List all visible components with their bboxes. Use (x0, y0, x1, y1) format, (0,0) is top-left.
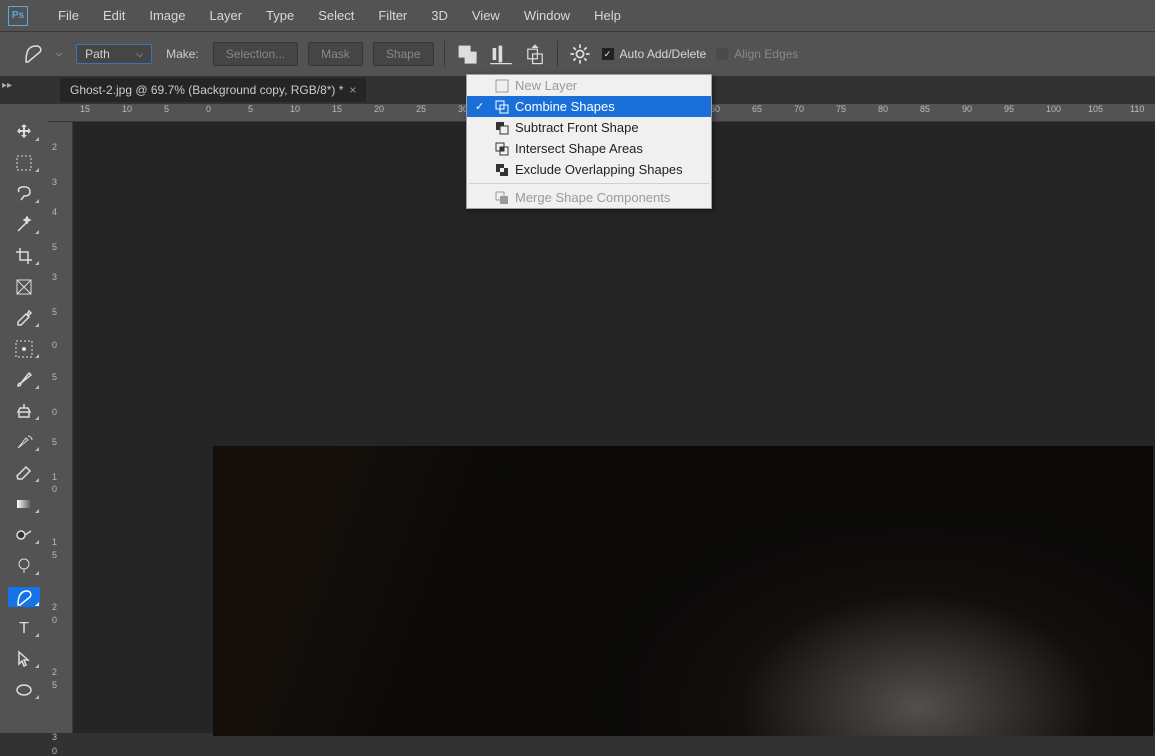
dodge-tool[interactable] (8, 525, 40, 545)
vertical-ruler[interactable]: 23453505051015202530 (48, 122, 73, 733)
select-subject-tool[interactable] (8, 339, 40, 359)
merge-shape-icon (495, 191, 509, 205)
separator (557, 41, 558, 67)
current-tool-icon[interactable] (22, 42, 46, 66)
menu-file[interactable]: File (46, 1, 91, 30)
svg-text:T: T (19, 620, 29, 637)
menu-help[interactable]: Help (582, 1, 633, 30)
selection-button[interactable]: Selection... (213, 42, 298, 66)
subtract-shape-icon (495, 121, 509, 135)
path-operations-menu: New Layer ✓ Combine Shapes Subtract Fron… (466, 74, 712, 209)
menu-image[interactable]: Image (137, 1, 197, 30)
path-select-tool[interactable] (8, 649, 40, 669)
gradient-tool[interactable] (8, 494, 40, 514)
options-bar: ⌵ Path ⌵ Make: Selection... Mask Shape ✓… (0, 31, 1155, 76)
clone-stamp-tool[interactable] (8, 401, 40, 421)
menu-new-layer: New Layer (467, 75, 711, 96)
menu-view[interactable]: View (460, 1, 512, 30)
app-logo: Ps (8, 6, 28, 26)
menu-merge-components: Merge Shape Components (467, 187, 711, 208)
new-layer-icon (495, 79, 509, 93)
path-operations-button[interactable] (455, 42, 479, 66)
menu-subtract-front[interactable]: Subtract Front Shape (467, 117, 711, 138)
combine-shapes-icon (495, 100, 509, 114)
mask-button[interactable]: Mask (308, 42, 363, 66)
lasso-tool[interactable] (8, 184, 40, 204)
type-tool[interactable]: T (8, 618, 40, 638)
separator (444, 41, 445, 67)
path-arrangement-button[interactable] (523, 42, 547, 66)
move-tool[interactable] (8, 122, 40, 142)
align-edges-label: Align Edges (734, 47, 798, 61)
gear-icon[interactable] (568, 42, 592, 66)
brush-tool[interactable] (8, 370, 40, 390)
document-tab-title: Ghost-2.jpg @ 69.7% (Background copy, RG… (70, 83, 343, 97)
path-alignment-button[interactable] (489, 42, 513, 66)
menu-bar: Ps File Edit Image Layer Type Select Fil… (0, 0, 1155, 31)
ellipse-tool[interactable] (8, 680, 40, 700)
intersect-shape-icon (495, 142, 509, 156)
menu-3d[interactable]: 3D (419, 1, 460, 30)
menu-edit[interactable]: Edit (91, 1, 137, 30)
canvas[interactable] (73, 122, 1155, 733)
pen-tool[interactable] (8, 587, 40, 607)
pen-mode-select[interactable]: Path ⌵ (76, 44, 152, 64)
marquee-tool[interactable] (8, 153, 40, 173)
menu-separator (469, 183, 709, 184)
checkbox-icon: ✓ (602, 48, 614, 60)
document-tab[interactable]: Ghost-2.jpg @ 69.7% (Background copy, RG… (60, 78, 366, 102)
menu-combine-shapes[interactable]: ✓ Combine Shapes (467, 96, 711, 117)
exclude-shape-icon (495, 163, 509, 177)
check-icon: ✓ (475, 100, 484, 113)
blur-tool[interactable] (8, 556, 40, 576)
menu-window[interactable]: Window (512, 1, 582, 30)
wand-tool[interactable] (8, 215, 40, 235)
menu-intersect-shapes[interactable]: Intersect Shape Areas (467, 138, 711, 159)
menu-type[interactable]: Type (254, 1, 306, 30)
menu-filter[interactable]: Filter (366, 1, 419, 30)
make-label: Make: (166, 47, 199, 61)
align-edges-checkbox[interactable]: Align Edges (716, 47, 798, 61)
document-image (213, 446, 1153, 736)
shape-button[interactable]: Shape (373, 42, 434, 66)
chevron-down-icon: ⌵ (136, 49, 143, 60)
close-icon[interactable]: × (349, 83, 356, 97)
tool-chevron-icon[interactable]: ⌵ (56, 49, 62, 59)
menu-layer[interactable]: Layer (198, 1, 255, 30)
eyedropper-tool[interactable] (8, 308, 40, 328)
eraser-tool[interactable] (8, 463, 40, 483)
menu-select[interactable]: Select (306, 1, 366, 30)
auto-add-delete-label: Auto Add/Delete (620, 47, 707, 61)
checkbox-icon (716, 48, 728, 60)
history-brush-tool[interactable] (8, 432, 40, 452)
pen-mode-value: Path (85, 47, 110, 61)
menu-exclude-shapes[interactable]: Exclude Overlapping Shapes (467, 159, 711, 180)
crop-tool[interactable] (8, 246, 40, 266)
tools-panel: T (0, 104, 48, 733)
auto-add-delete-checkbox[interactable]: ✓ Auto Add/Delete (602, 47, 707, 61)
expand-handle-icon[interactable]: ▸▸ (2, 80, 12, 91)
frame-tool[interactable] (8, 277, 40, 297)
